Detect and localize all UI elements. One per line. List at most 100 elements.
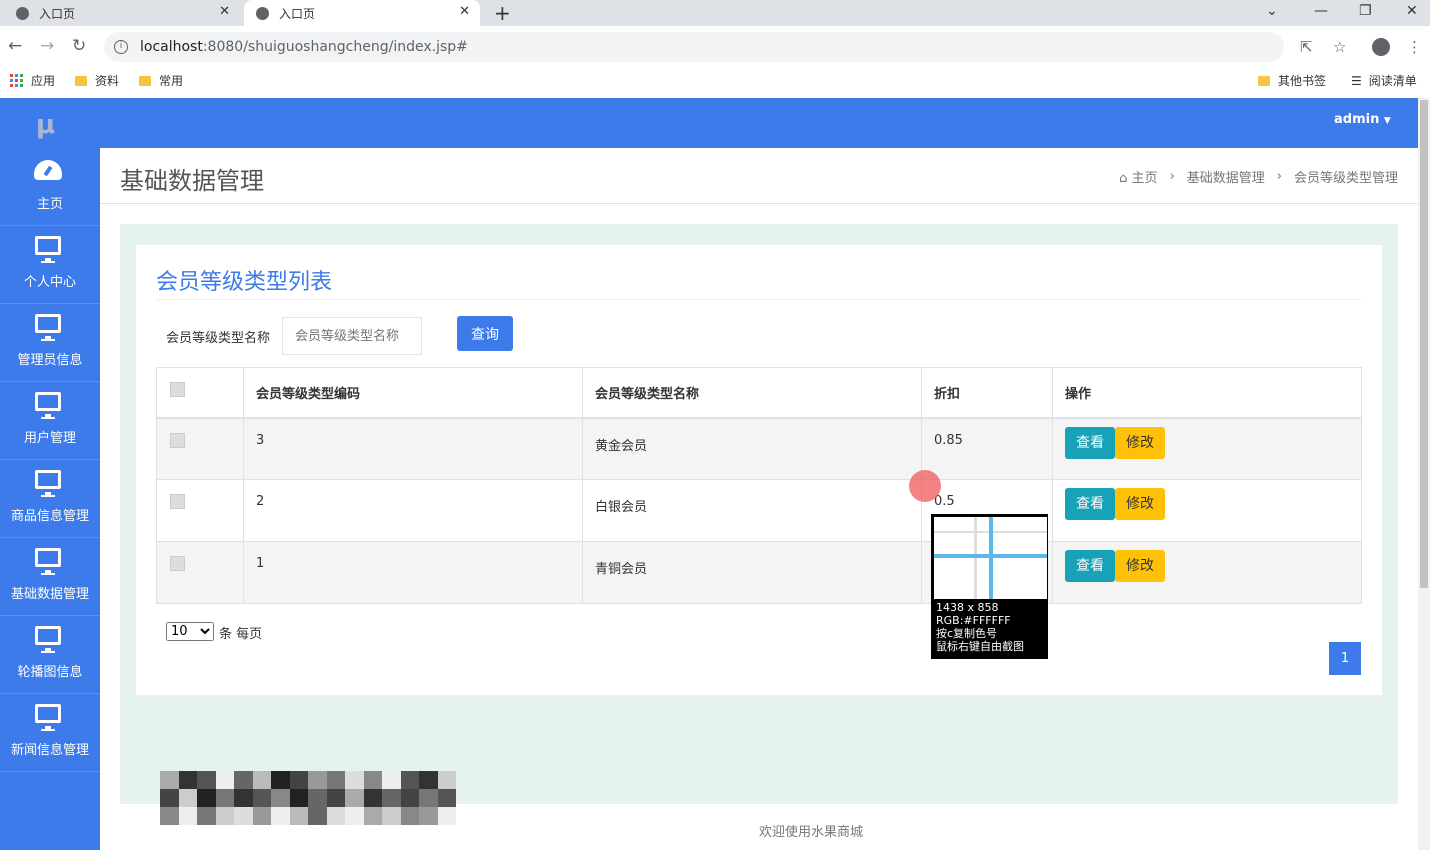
- window-close-icon[interactable]: ✕: [1406, 0, 1418, 22]
- cursor-highlight: [909, 470, 941, 502]
- pagination-page[interactable]: 1: [1329, 642, 1361, 675]
- view-button[interactable]: 查看: [1065, 488, 1115, 520]
- name-cell: 黄金会员: [582, 417, 922, 480]
- filter-label: 会员等级类型名称: [166, 331, 271, 346]
- name-cell: 青铜会员: [582, 541, 922, 604]
- row-select-cell: [156, 417, 244, 480]
- sidebar-item-label: 用户管理: [23, 431, 76, 446]
- row-select-cell: [156, 541, 244, 604]
- sidebar-item-label: 新闻信息管理: [10, 743, 89, 758]
- back-icon[interactable]: ←: [8, 36, 22, 56]
- scrollbar-thumb[interactable]: [1420, 100, 1428, 588]
- sidebar-item-home[interactable]: 主页: [0, 148, 100, 226]
- magnifier-hint: 按c复制色号: [936, 627, 998, 640]
- reading-list[interactable]: ☰ 阅读清单: [1351, 72, 1417, 89]
- sidebar-item-label: 管理员信息: [17, 353, 83, 368]
- sidebar-item-basic-data[interactable]: 基础数据管理: [0, 538, 100, 616]
- bookmarks-bar: 应用 资料 常用 其他书签 ☰ 阅读清单: [0, 68, 1430, 90]
- sidebar-item-news[interactable]: 新闻信息管理: [0, 694, 100, 772]
- view-button[interactable]: 查看: [1065, 550, 1115, 582]
- caret-down-icon: ▼: [1383, 116, 1391, 126]
- site-info-icon[interactable]: i: [114, 40, 128, 54]
- query-button[interactable]: 查询: [457, 316, 513, 351]
- table-row: 3 黄金会员 0.85 查看 修改: [156, 417, 1362, 480]
- filter-name-input[interactable]: [282, 317, 422, 355]
- browser-tab-active[interactable]: 入口页 ✕: [244, 0, 480, 26]
- close-icon[interactable]: ✕: [459, 4, 470, 19]
- tab-title: 入口页: [279, 6, 316, 21]
- url-bar[interactable]: i localhost:8080/shuiguoshangcheng/index…: [104, 32, 1284, 62]
- select-all-checkbox[interactable]: [170, 382, 185, 397]
- monitor-icon: [35, 236, 61, 263]
- row-checkbox[interactable]: [170, 494, 185, 509]
- view-button[interactable]: 查看: [1065, 426, 1115, 459]
- magnifier-gridline: [974, 517, 977, 599]
- discount-cell: 0.85: [921, 417, 1053, 480]
- bookmark-star-icon[interactable]: ☆: [1333, 38, 1346, 56]
- breadcrumb-home[interactable]: ⌂ 主页: [1119, 167, 1157, 186]
- monitor-icon: [35, 626, 61, 653]
- browser-tab[interactable]: 入口页 ✕: [0, 0, 240, 26]
- bookmark-folder[interactable]: 资料: [75, 72, 119, 89]
- menu-kebab-icon[interactable]: ⋮: [1407, 38, 1422, 56]
- monitor-icon: [35, 548, 61, 575]
- browser-tab-strip: 入口页 ✕ 入口页 ✕ + ⌄ — ❐ ✕: [0, 0, 1430, 26]
- edit-button[interactable]: 修改: [1115, 550, 1165, 582]
- edit-button[interactable]: 修改: [1115, 426, 1165, 459]
- close-icon[interactable]: ✕: [219, 4, 230, 19]
- bookmark-other[interactable]: 其他书签: [1258, 72, 1326, 89]
- profile-avatar-icon[interactable]: [1372, 38, 1390, 56]
- column-header[interactable]: 会员等级类型编码: [243, 367, 583, 419]
- table-header-row: 会员等级类型编码 会员等级类型名称 折扣 操作: [156, 367, 1362, 419]
- folder-icon: [1258, 75, 1270, 86]
- home-icon: ⌂: [1119, 171, 1128, 186]
- column-header[interactable]: 会员等级类型名称: [582, 367, 922, 419]
- card-title: 会员等级类型列表: [156, 270, 333, 295]
- breadcrumb-item[interactable]: 基础数据管理: [1187, 167, 1265, 186]
- restore-icon[interactable]: ❐: [1359, 0, 1372, 22]
- sidebar-item-label: 轮播图信息: [17, 665, 83, 680]
- color-picker-magnifier: 1438 x 858 RGB:#FFFFFF 按c复制色号 鼠标右键自由截图: [931, 514, 1048, 659]
- edit-button[interactable]: 修改: [1115, 488, 1165, 520]
- row-checkbox[interactable]: [170, 432, 185, 448]
- address-bar-row: ← → ↻ i localhost:8080/shuiguoshangcheng…: [0, 26, 1430, 68]
- new-tab-icon[interactable]: +: [494, 1, 511, 25]
- row-checkbox[interactable]: [170, 556, 185, 571]
- sidebar-item-users[interactable]: 用户管理: [0, 382, 100, 460]
- share-icon[interactable]: ⇱: [1300, 38, 1313, 56]
- url-text: localhost:8080/shuiguoshangcheng/index.j…: [140, 39, 468, 55]
- table-row: 2 白银会员 0.5 查看 修改: [156, 479, 1362, 542]
- monitor-icon: [35, 704, 61, 731]
- sidebar-item-carousel[interactable]: 轮播图信息: [0, 616, 100, 694]
- magnifier-rgb: RGB:#FFFFFF: [936, 614, 1011, 627]
- column-header[interactable]: 折扣: [921, 367, 1053, 419]
- sidebar-item-products[interactable]: 商品信息管理: [0, 460, 100, 538]
- code-cell: 1: [243, 541, 583, 604]
- row-select-cell: [156, 479, 244, 542]
- sidebar-item-label: 基础数据管理: [10, 587, 89, 602]
- apps-grid-icon: [10, 74, 23, 87]
- page-size-select[interactable]: 10: [166, 622, 214, 641]
- column-header: 操作: [1052, 367, 1362, 419]
- page-size-label: 条 每页: [219, 627, 263, 642]
- member-level-table: 会员等级类型编码 会员等级类型名称 折扣 操作 3 黄金会员 0.85 查看 修改…: [156, 367, 1362, 604]
- forward-icon[interactable]: →: [40, 36, 54, 56]
- sidebar-item-profile[interactable]: 个人中心: [0, 226, 100, 304]
- reload-icon[interactable]: ↻: [72, 36, 86, 56]
- dashboard-icon: [34, 160, 62, 180]
- divider: [156, 299, 1362, 300]
- sidebar-item-admins[interactable]: 管理员信息: [0, 304, 100, 382]
- bookmark-apps[interactable]: 应用: [10, 72, 55, 89]
- minimize-icon[interactable]: —: [1314, 0, 1328, 22]
- globe-icon: [256, 6, 269, 20]
- breadcrumb-current: 会员等级类型管理: [1293, 171, 1398, 186]
- bookmark-folder[interactable]: 常用: [139, 72, 183, 89]
- monitor-icon: [35, 314, 61, 341]
- name-cell: 白银会员: [582, 479, 922, 542]
- folder-icon: [139, 75, 151, 86]
- actions-cell: 查看 修改: [1052, 479, 1362, 542]
- monitor-icon: [35, 470, 61, 497]
- tab-search-icon[interactable]: ⌄: [1266, 0, 1278, 22]
- crosshair-vertical: [989, 517, 993, 599]
- user-menu[interactable]: admin ▼: [1334, 112, 1391, 127]
